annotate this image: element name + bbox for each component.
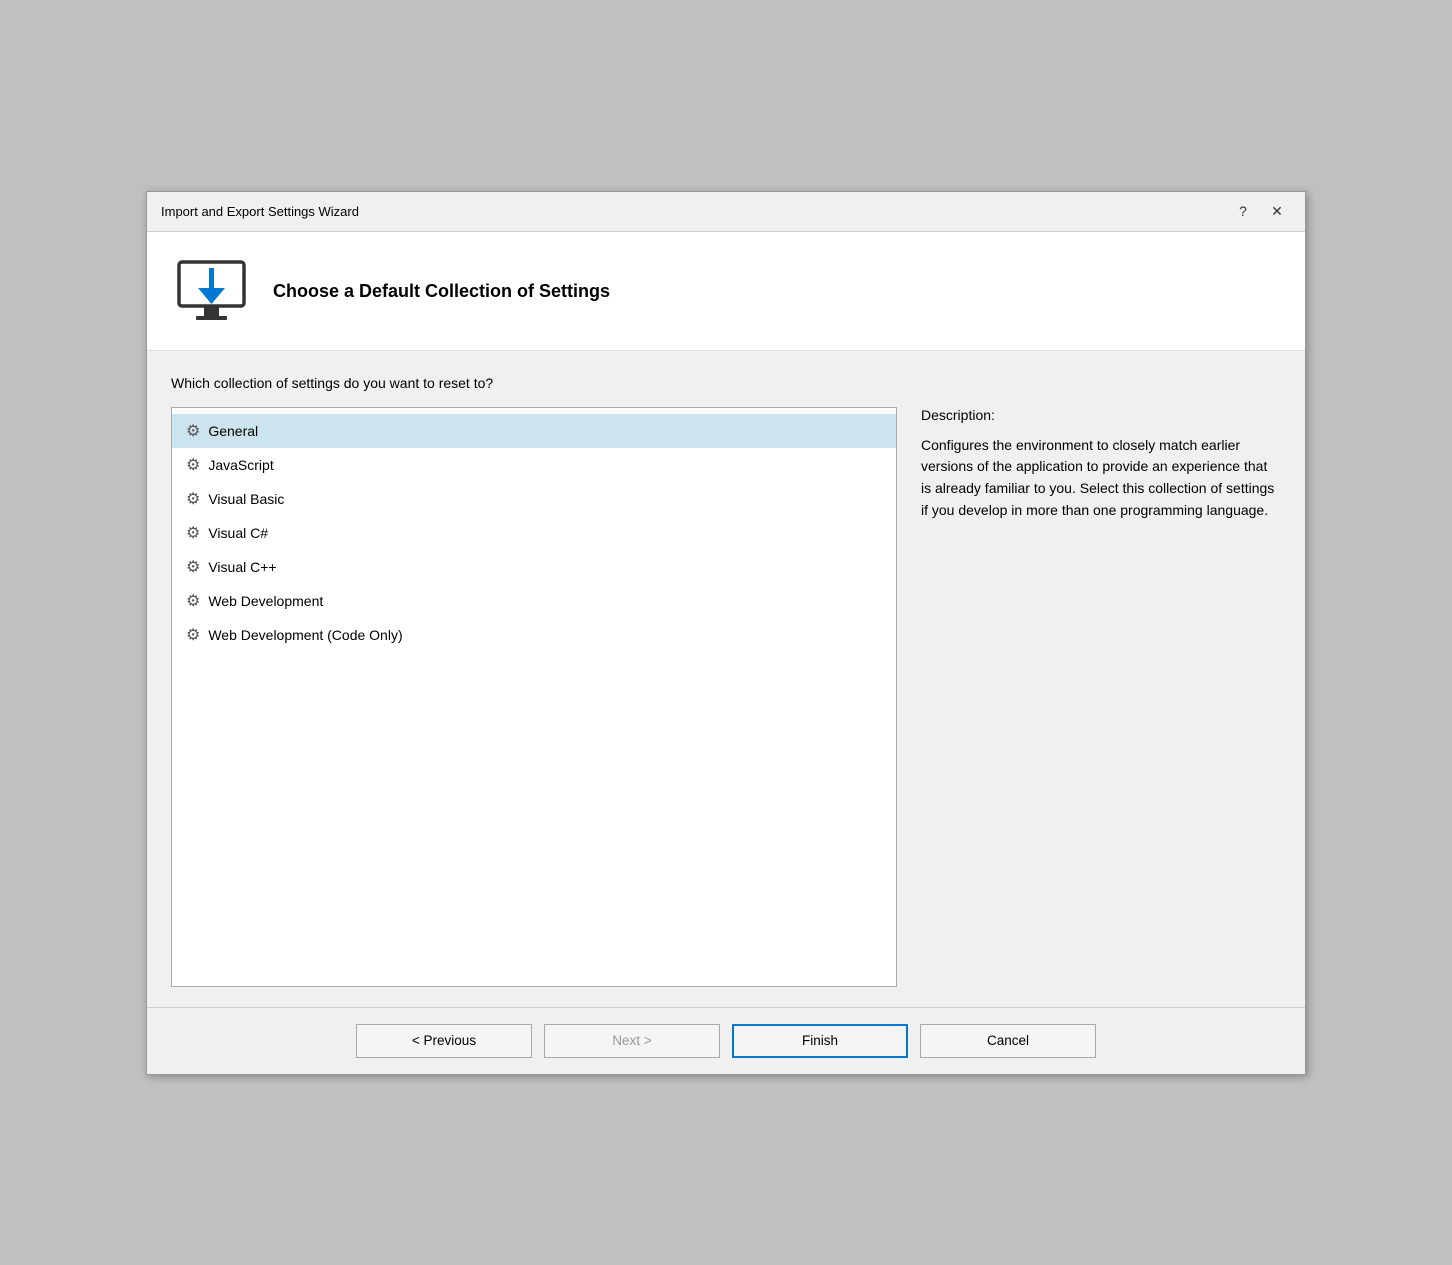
wizard-footer: < Previous Next > Finish Cancel bbox=[147, 1007, 1305, 1074]
question-text: Which collection of settings do you want… bbox=[171, 375, 1281, 391]
list-item-label: JavaScript bbox=[208, 457, 273, 473]
next-button[interactable]: Next > bbox=[544, 1024, 720, 1058]
list-item-label: Web Development bbox=[208, 593, 323, 609]
description-text: Configures the environment to closely ma… bbox=[921, 435, 1281, 522]
window-title: Import and Export Settings Wizard bbox=[161, 204, 359, 219]
list-item-javascript[interactable]: ⚙ JavaScript bbox=[172, 448, 896, 482]
list-item-visual-basic[interactable]: ⚙ Visual Basic bbox=[172, 482, 896, 516]
description-label: Description: bbox=[921, 407, 1281, 423]
main-content: Which collection of settings do you want… bbox=[147, 351, 1305, 1007]
wizard-window: Import and Export Settings Wizard ? ✕ Ch… bbox=[146, 191, 1306, 1075]
list-item-label: General bbox=[208, 423, 258, 439]
monitor-icon bbox=[171, 252, 251, 332]
list-item-visual-csharp[interactable]: ⚙ Visual C# bbox=[172, 516, 896, 550]
cancel-button[interactable]: Cancel bbox=[920, 1024, 1096, 1058]
description-panel: Description: Configures the environment … bbox=[921, 407, 1281, 987]
list-item-web-development-code-only[interactable]: ⚙ Web Development (Code Only) bbox=[172, 618, 896, 652]
gear-icon: ⚙ bbox=[186, 489, 200, 509]
title-bar: Import and Export Settings Wizard ? ✕ bbox=[147, 192, 1305, 232]
gear-icon: ⚙ bbox=[186, 455, 200, 475]
content-row: ⚙ General ⚙ JavaScript ⚙ Visual Basic ⚙ Visual … bbox=[171, 407, 1281, 987]
list-item-label: Web Development (Code Only) bbox=[208, 627, 402, 643]
wizard-header: Choose a Default Collection of Settings bbox=[147, 232, 1305, 351]
list-item-label: Visual C++ bbox=[208, 559, 276, 575]
page-title: Choose a Default Collection of Settings bbox=[273, 281, 610, 302]
title-bar-left: Import and Export Settings Wizard bbox=[161, 204, 359, 219]
gear-icon: ⚙ bbox=[186, 523, 200, 543]
close-button[interactable]: ✕ bbox=[1263, 198, 1291, 224]
finish-button[interactable]: Finish bbox=[732, 1024, 908, 1058]
list-item-label: Visual C# bbox=[208, 525, 268, 541]
gear-icon: ⚙ bbox=[186, 625, 200, 645]
title-bar-buttons: ? ✕ bbox=[1229, 198, 1291, 224]
list-item-label: Visual Basic bbox=[208, 491, 284, 507]
previous-button[interactable]: < Previous bbox=[356, 1024, 532, 1058]
list-item-general[interactable]: ⚙ General bbox=[172, 414, 896, 448]
gear-icon: ⚙ bbox=[186, 557, 200, 577]
help-button[interactable]: ? bbox=[1229, 198, 1257, 224]
list-item-visual-cpp[interactable]: ⚙ Visual C++ bbox=[172, 550, 896, 584]
list-item-web-development[interactable]: ⚙ Web Development bbox=[172, 584, 896, 618]
gear-icon: ⚙ bbox=[186, 591, 200, 611]
gear-icon: ⚙ bbox=[186, 421, 200, 441]
settings-list[interactable]: ⚙ General ⚙ JavaScript ⚙ Visual Basic ⚙ Visual … bbox=[171, 407, 897, 987]
